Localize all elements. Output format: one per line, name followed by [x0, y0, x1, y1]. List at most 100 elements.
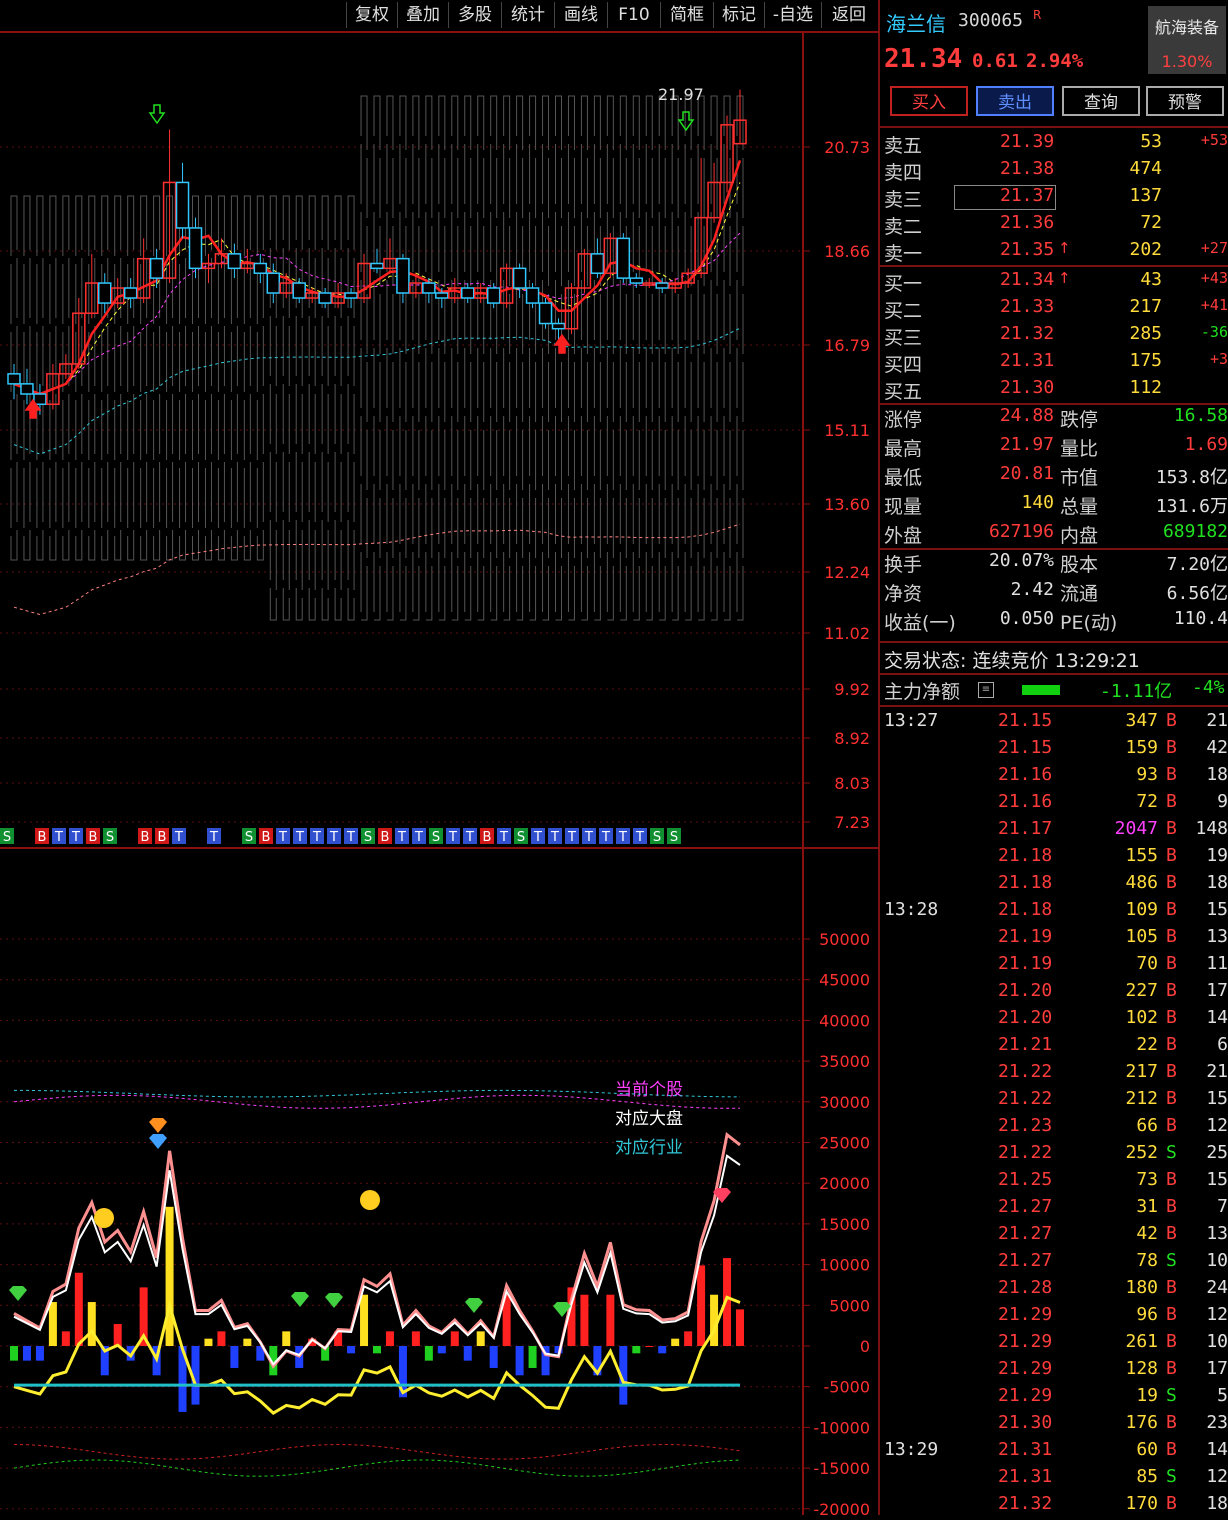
tick-row[interactable]: 21.20 102 B 14: [880, 1007, 1228, 1034]
kline-chart[interactable]: 20.73 18.66 16.79 15.11 13.60 12.24 11.02 9.92 8…: [0, 0, 878, 1515]
tick-row[interactable]: 21.28 180 B 24: [880, 1277, 1228, 1304]
indicator-bar: [35, 1346, 44, 1361]
tick-row[interactable]: 21.22 212 B 15: [880, 1088, 1228, 1115]
main-force-bar: [1022, 685, 1060, 695]
tick-direction: B: [1166, 710, 1177, 731]
tick-row[interactable]: 21.23 66 B 12: [880, 1115, 1228, 1142]
tick-volume: 96: [1136, 1304, 1158, 1325]
indicator-bar: [580, 1294, 589, 1346]
legend-label: 当前个股: [615, 1080, 683, 1100]
tick-row[interactable]: 21.29 128 B 17: [880, 1358, 1228, 1385]
level-price[interactable]: 21.32: [1000, 323, 1054, 344]
tick-row[interactable]: 21.27 78 S 10: [880, 1250, 1228, 1277]
bid-row[interactable]: 买二 21.33 217 +41: [880, 296, 1228, 323]
toolbar-simple-frame-button[interactable]: 简框: [660, 2, 713, 28]
stat-value: 21.97: [999, 434, 1054, 455]
ask-row[interactable]: 卖一 21.35 ↑ 202 +27: [880, 239, 1228, 266]
tick-row[interactable]: 21.29 261 B 10: [880, 1331, 1228, 1358]
candle-body: [98, 282, 112, 304]
level-price[interactable]: 21.31: [1000, 350, 1054, 371]
sector-box[interactable]: 航海装备 1.30%: [1148, 6, 1226, 74]
toolbar-multi-stock-button[interactable]: 多股: [448, 2, 501, 28]
indicator-bar: [87, 1302, 96, 1346]
tick-row[interactable]: 21.30 176 B 23: [880, 1412, 1228, 1439]
bid-row[interactable]: 买一 21.34 ↑ 43 +43: [880, 269, 1228, 296]
buy-button[interactable]: 买入: [890, 86, 968, 116]
tick-row[interactable]: 21.29 19 S 5: [880, 1385, 1228, 1412]
tick-row[interactable]: 21.20 227 B 17: [880, 980, 1228, 1007]
candle-body: [525, 287, 540, 304]
level-price[interactable]: 21.30: [1000, 377, 1054, 398]
tick-row[interactable]: 21.18 486 B 18: [880, 872, 1228, 899]
toolbar-overlay-button[interactable]: 叠加: [397, 2, 448, 28]
toolbar-mark-button[interactable]: 标记: [713, 2, 764, 28]
candle-body: [188, 227, 203, 270]
tick-row[interactable]: 13:27 21.15 347 B 21: [880, 710, 1228, 737]
tick-row[interactable]: 21.18 155 B 19: [880, 845, 1228, 872]
tick-price: 21.28: [998, 1277, 1053, 1298]
tick-row[interactable]: 21.19 105 B 13: [880, 926, 1228, 953]
volume-frame-bar: [360, 95, 368, 621]
stat-label: 净资: [884, 583, 923, 605]
alert-button[interactable]: 预警: [1146, 86, 1224, 116]
indicator-line-yellow: [13, 1295, 741, 1415]
volume-frame-bar: [619, 95, 627, 621]
level-price[interactable]: 21.36: [1000, 212, 1054, 233]
tick-row[interactable]: 21.25 73 B 15: [880, 1169, 1228, 1196]
query-button[interactable]: 查询: [1062, 86, 1140, 116]
tick-row[interactable]: 21.17 2047 B 148: [880, 818, 1228, 845]
tick-row[interactable]: 21.31 85 S 12: [880, 1466, 1228, 1493]
tick-count: 17: [1206, 980, 1228, 1001]
ask-row[interactable]: 卖五 21.39 53 +53: [880, 131, 1228, 158]
signal-letter: S: [653, 830, 661, 845]
toolbar-f10-button[interactable]: F10: [607, 2, 660, 28]
tick-row[interactable]: 21.27 31 B 7: [880, 1196, 1228, 1223]
tick-row[interactable]: 21.22 252 S 25: [880, 1142, 1228, 1169]
main-force-row[interactable]: 主力净额 ≡ -1.11亿 -4%: [880, 677, 1228, 704]
tick-row[interactable]: 21.19 70 B 11: [880, 953, 1228, 980]
tick-row[interactable]: 21.16 93 B 18: [880, 764, 1228, 791]
tick-volume: 70: [1136, 953, 1158, 974]
list-icon[interactable]: ≡: [978, 682, 994, 698]
ask-row[interactable]: 卖二 21.36 72: [880, 212, 1228, 239]
ask-row[interactable]: 卖四 21.38 474: [880, 158, 1228, 185]
tick-volume: 72: [1136, 791, 1158, 812]
tick-row[interactable]: 13:29 21.31 60 B 14: [880, 1439, 1228, 1466]
tick-row[interactable]: 21.27 42 B 13: [880, 1223, 1228, 1250]
tick-row[interactable]: 21.21 22 B 6: [880, 1034, 1228, 1061]
signal-letter: T: [499, 830, 508, 845]
stat-label: 总量: [1060, 496, 1099, 518]
signal-letter: T: [295, 830, 304, 845]
toolbar-draw-button[interactable]: 画线: [554, 2, 607, 28]
stock-name[interactable]: 海兰信: [886, 8, 946, 37]
price-tick-label: 8.03: [834, 774, 870, 793]
tick-row[interactable]: 21.15 159 B 42: [880, 737, 1228, 764]
tick-row[interactable]: 13:28 21.18 109 B 15: [880, 899, 1228, 926]
level-price[interactable]: 21.39: [1000, 131, 1054, 152]
signal-letter: T: [448, 830, 457, 845]
toolbar-stats-button[interactable]: 统计: [501, 2, 554, 28]
tick-row[interactable]: 21.32 170 B 18: [880, 1493, 1228, 1520]
level-price[interactable]: 21.38: [1000, 158, 1054, 179]
tick-volume: 105: [1125, 926, 1158, 947]
bid-row[interactable]: 买三 21.32 285 -36: [880, 323, 1228, 350]
sell-button[interactable]: 卖出: [976, 86, 1054, 116]
level-price[interactable]: 21.33: [1000, 296, 1054, 317]
stat-label: 跌停: [1060, 409, 1099, 431]
bid-row[interactable]: 买四 21.31 175 +3: [880, 350, 1228, 377]
toolbar-fuquan-button[interactable]: 复权: [346, 2, 397, 28]
tick-row[interactable]: 21.22 217 B 21: [880, 1061, 1228, 1088]
tick-row[interactable]: 21.16 72 B 9: [880, 791, 1228, 818]
price-tick-label: 20.73: [824, 138, 870, 157]
level-price[interactable]: 21.35: [1000, 239, 1054, 260]
tick-row[interactable]: 21.29 96 B 12: [880, 1304, 1228, 1331]
level-volume: 202: [1129, 239, 1162, 260]
toolbar-watchlist-button[interactable]: -自选: [764, 2, 821, 28]
level-price[interactable]: 21.34: [1000, 269, 1054, 290]
toolbar-back-button[interactable]: 返回: [821, 2, 876, 28]
stat-label: 涨停: [884, 409, 923, 431]
tick-price: 21.25: [998, 1169, 1053, 1190]
signal-letter: S: [106, 830, 114, 845]
level-label: 卖一: [884, 243, 923, 265]
bid-row[interactable]: 买五 21.30 112: [880, 377, 1228, 404]
